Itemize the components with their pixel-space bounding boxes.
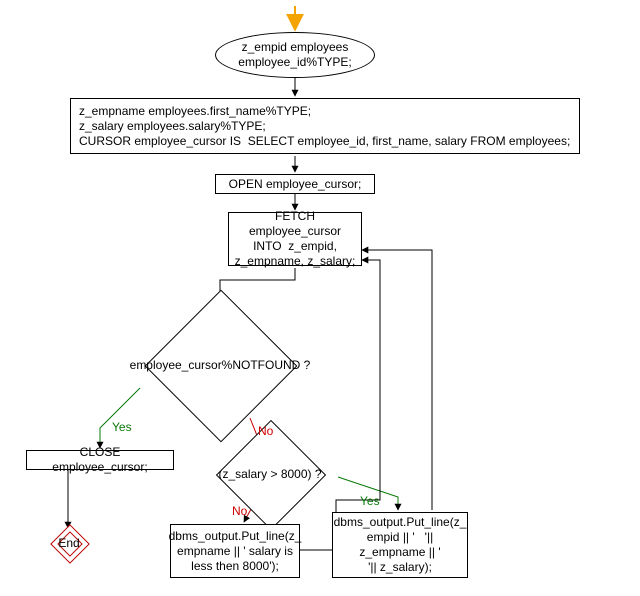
close-cursor-text: CLOSE employee_cursor; (31, 445, 169, 475)
notfound-text: employee_cursor%NOTFOUND ? (130, 358, 311, 373)
fetch-text: FETCH employee_cursor INTO z_empid, z_em… (233, 209, 357, 269)
edge-label-salary-yes: Yes (360, 494, 380, 508)
open-cursor-text: OPEN employee_cursor; (229, 177, 362, 192)
open-cursor-box: OPEN employee_cursor; (215, 174, 375, 194)
edge-label-salary-no: No (232, 504, 247, 518)
end-node-label: End (50, 530, 88, 556)
edge-label-notfound-no: No (258, 424, 273, 438)
fetch-box: FETCH employee_cursor INTO z_empid, z_em… (228, 212, 362, 266)
close-cursor-box: CLOSE employee_cursor; (26, 450, 174, 470)
start-node: z_empid employees employee_id%TYPE; (215, 32, 375, 78)
declarations-box: z_empname employees.first_name%TYPE; z_s… (70, 98, 580, 154)
salary-decision-text: (z_salary > 8000) ? (218, 467, 321, 482)
output-low-text: dbms_output.Put_line(z_ empname || ' sal… (169, 529, 302, 574)
start-node-text: z_empid employees employee_id%TYPE; (238, 40, 351, 70)
output-low-box: dbms_output.Put_line(z_ empname || ' sal… (170, 524, 300, 578)
flow-arrows (0, 0, 640, 596)
output-high-box: dbms_output.Put_line(z_ empid || ' '|| z… (332, 512, 468, 578)
output-high-text: dbms_output.Put_line(z_ empid || ' '|| z… (334, 515, 467, 575)
notfound-decision: employee_cursor%NOTFOUND ? (110, 310, 330, 420)
edge-label-notfound-yes: Yes (112, 420, 132, 434)
salary-decision: (z_salary > 8000) ? (200, 446, 340, 502)
declarations-text: z_empname employees.first_name%TYPE; z_s… (79, 104, 570, 149)
